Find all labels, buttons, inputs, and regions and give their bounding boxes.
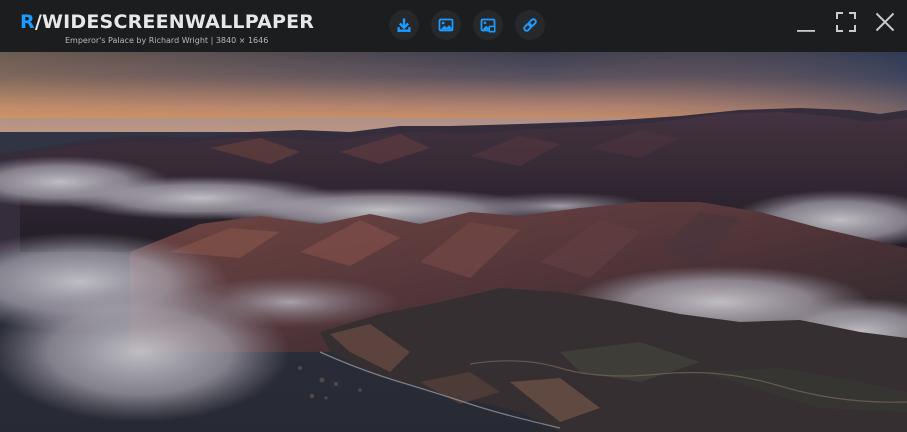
fullscreen-icon <box>835 11 857 37</box>
title-bar: R/WIDESCREENWALLPAPER Emperor's Palace b… <box>0 0 907 52</box>
minimize-button[interactable] <box>794 12 818 36</box>
brand-title: R/WIDESCREENWALLPAPER <box>20 11 320 33</box>
wallpaper-image <box>0 52 907 432</box>
gallery-button[interactable] <box>473 10 503 40</box>
brand-prefix: R <box>20 11 35 33</box>
image-icon <box>438 17 454 33</box>
minimize-icon <box>795 11 817 37</box>
image-gallery-icon <box>480 17 496 33</box>
wallpaper-landscape <box>0 52 907 432</box>
fullscreen-button[interactable] <box>834 12 858 36</box>
close-icon <box>874 11 896 37</box>
brand: R/WIDESCREENWALLPAPER Emperor's Palace b… <box>20 11 320 45</box>
set-wallpaper-button[interactable] <box>431 10 461 40</box>
copy-link-button[interactable] <box>515 10 545 40</box>
brand-name: /WIDESCREENWALLPAPER <box>34 11 315 33</box>
close-button[interactable] <box>873 12 897 36</box>
download-icon <box>396 17 412 33</box>
download-button[interactable] <box>389 10 419 40</box>
link-icon <box>522 17 538 33</box>
wallpaper-caption: Emperor's Palace by Richard Wright | 384… <box>65 36 269 45</box>
app-window: R/WIDESCREENWALLPAPER Emperor's Palace b… <box>0 0 907 432</box>
